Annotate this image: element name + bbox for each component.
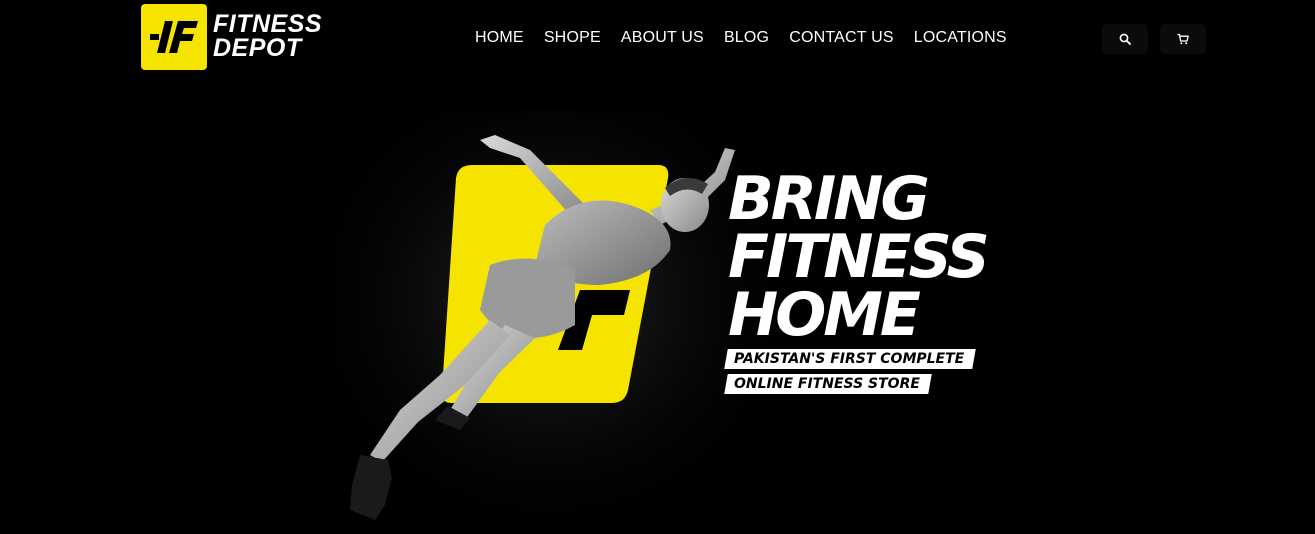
headline-line-1: BRING [728, 164, 930, 234]
nav-about-us[interactable]: ABOUT US [621, 28, 704, 48]
nav-home[interactable]: HOME [475, 28, 524, 48]
nav-locations[interactable]: LOCATIONS [914, 28, 1007, 48]
tagline-text-1: PAKISTAN'S FIRST COMPLETE [734, 351, 965, 367]
logo-line-2: DEPOT [213, 34, 302, 62]
cart-button[interactable] [1160, 24, 1206, 54]
search-button[interactable] [1102, 24, 1148, 54]
headline-line-3: HOME [728, 280, 921, 350]
page: FITNESS DEPOT HOME SHOPE ABOUT US BLOG C… [0, 0, 1315, 534]
fitness-depot-logo-icon [141, 4, 207, 70]
search-icon [1119, 33, 1131, 45]
hero-tagline-2: ONLINE FITNESS STORE [724, 374, 932, 394]
hero-tagline-1: PAKISTAN'S FIRST COMPLETE [724, 349, 976, 369]
hero-headline: BRING FITNESS HOME [728, 164, 990, 350]
site-logo[interactable]: FITNESS DEPOT [141, 4, 322, 70]
logo-wordmark: FITNESS DEPOT [213, 12, 322, 62]
headline-line-2: FITNESS [728, 222, 990, 292]
main-nav: HOME SHOPE ABOUT US BLOG CONTACT US LOCA… [475, 28, 1007, 48]
cart-icon [1177, 33, 1189, 45]
nav-contact-us[interactable]: CONTACT US [789, 28, 894, 48]
tagline-text-2: ONLINE FITNESS STORE [734, 376, 920, 392]
nav-blog[interactable]: BLOG [724, 28, 769, 48]
nav-shope[interactable]: SHOPE [544, 28, 601, 48]
sprinting-athlete-image [330, 110, 770, 530]
